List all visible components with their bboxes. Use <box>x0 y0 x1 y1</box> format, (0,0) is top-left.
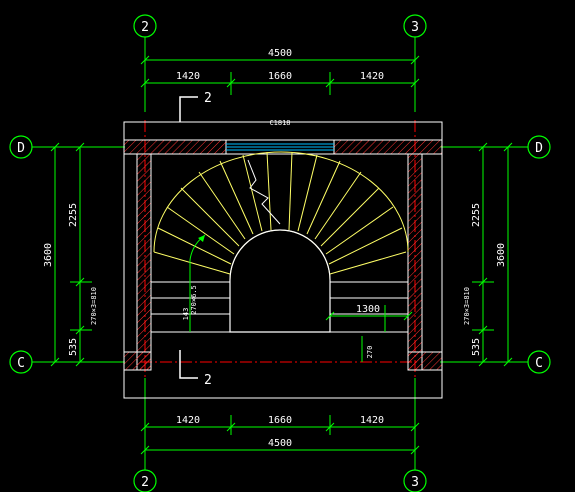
stair-core <box>229 229 331 333</box>
spiral-stair <box>153 151 409 281</box>
axis-bubble-top-right: 3 <box>403 14 427 38</box>
section-label: 2 <box>204 373 212 388</box>
dim-top-seg2: 1660 <box>268 71 292 82</box>
dim-inner-width: 1300 <box>356 304 380 315</box>
stair-break-line <box>247 159 281 225</box>
axis-label: C <box>535 356 543 371</box>
axis-label: C <box>17 356 25 371</box>
axis-label: 2 <box>141 475 149 490</box>
axis-bubble-right-d: D <box>527 135 551 159</box>
wall-left <box>136 153 152 371</box>
section-mark-bottom: 2 <box>179 350 212 388</box>
stair-note-1: 270×6.5 <box>190 285 198 315</box>
axis-label: 3 <box>411 20 419 35</box>
stair-outer-arc <box>153 151 409 253</box>
dim-right-mid: 270×3=810 <box>463 287 471 325</box>
axis-bubble-left-c: C <box>9 350 33 374</box>
dim-inner-270: 270 <box>366 346 374 359</box>
building-outline <box>123 121 443 399</box>
axis-label: D <box>535 141 543 156</box>
window-label: C1818 <box>269 119 290 127</box>
dim-bottom-seg2: 1660 <box>268 415 292 426</box>
dim-left-total: 3600 <box>43 243 54 267</box>
axis-label: 2 <box>141 20 149 35</box>
dim-right-upper: 2255 <box>471 203 482 227</box>
dim-bottom-seg3: 1420 <box>360 415 384 426</box>
axis-bubble-bottom-right: 3 <box>403 469 427 492</box>
dim-left-mid: 270×3=810 <box>90 287 98 325</box>
dim-bottom-total: 4500 <box>268 438 292 449</box>
pier-right <box>421 153 443 353</box>
left-dimension-chain: 3600 2255 270×3=810 535 <box>43 142 98 367</box>
axis-bubble-top-left: 2 <box>133 14 157 38</box>
dim-top-seg3: 1420 <box>360 71 384 82</box>
stair-inner-arc <box>229 229 331 281</box>
dim-left-lower: 535 <box>68 338 79 356</box>
section-label: 2 <box>204 91 212 106</box>
dim-right-lower: 535 <box>471 338 482 356</box>
wall-right-stub <box>407 351 443 371</box>
axis-label: 3 <box>411 475 419 490</box>
axis-extensions <box>32 37 528 470</box>
wall-right <box>407 153 423 371</box>
axis-bubble-left-d: D <box>9 135 33 159</box>
bottom-dimension-chain: 1420 1660 1420 4500 <box>140 415 420 455</box>
dim-right-total: 3600 <box>496 243 507 267</box>
stair-plan-drawing: 2 3 2 3 D C D C 4500 1420 1660 1420 1420… <box>9 14 551 492</box>
pier-left <box>123 153 138 353</box>
top-dimension-chain: 4500 1420 1660 1420 <box>140 48 420 95</box>
axis-bubble-bottom-left: 2 <box>133 469 157 492</box>
wall-left-stub <box>123 351 152 371</box>
window-c1818: C1818 <box>225 119 335 155</box>
inner-dimension: 1300 270 <box>325 304 413 362</box>
dim-top-total: 4500 <box>268 48 292 59</box>
axis-label: D <box>17 141 25 156</box>
dim-top-seg1: 1420 <box>176 71 200 82</box>
stair-note-2: 143 <box>182 308 190 321</box>
right-dimension-chain: 2255 270×3=810 535 3600 <box>463 142 513 367</box>
dim-left-upper: 2255 <box>68 203 79 227</box>
cad-drawing-canvas: 2 3 2 3 D C D C 4500 1420 1660 1420 1420… <box>0 0 575 492</box>
dim-bottom-seg1: 1420 <box>176 415 200 426</box>
axis-bubble-right-c: C <box>527 350 551 374</box>
stair-treads <box>153 151 407 275</box>
section-mark-top: 2 <box>179 91 212 122</box>
